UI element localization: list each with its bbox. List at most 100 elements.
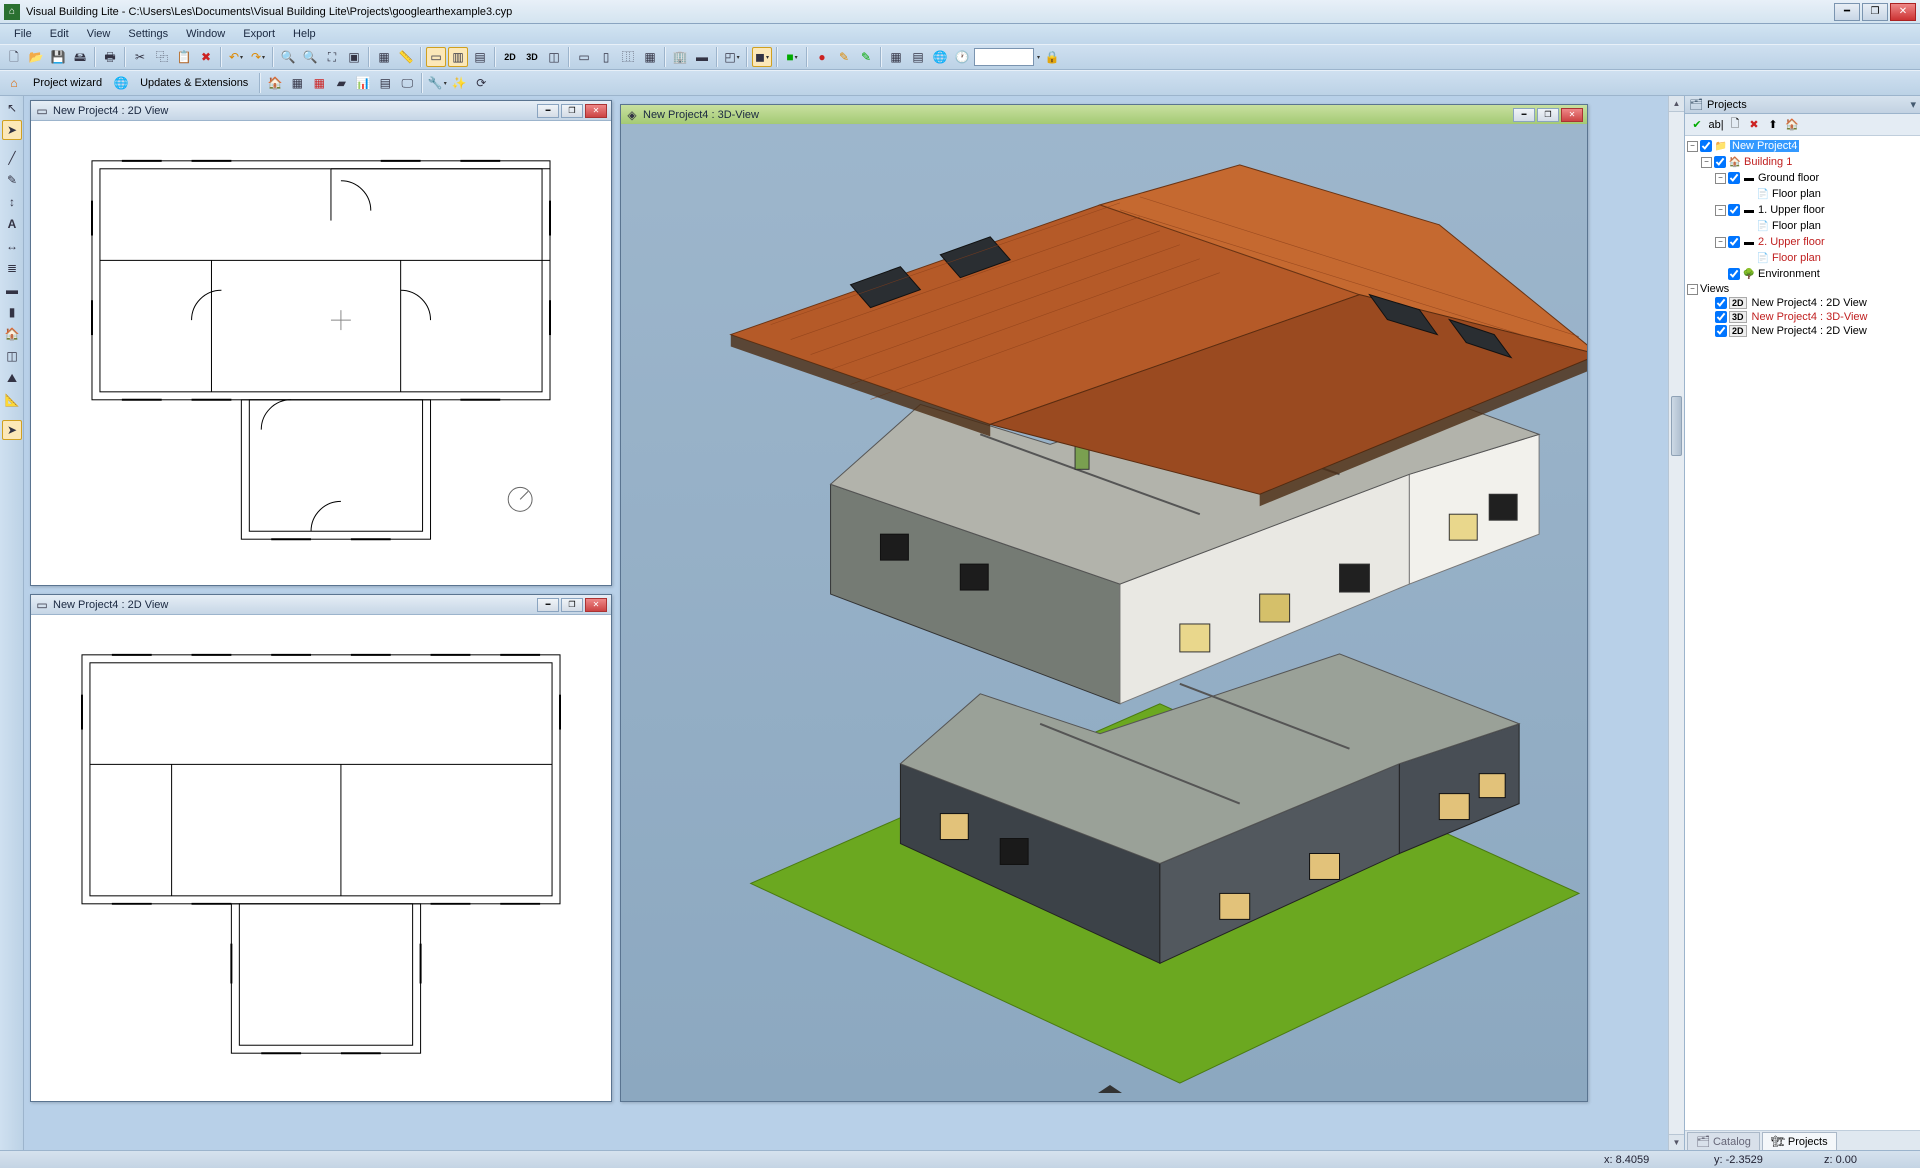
tree-floor-plan[interactable]: 📄 Floor plan <box>1687 186 1918 202</box>
shape3d-tool-icon[interactable]: ◫ <box>2 346 22 366</box>
calc-icon[interactable]: ▤ <box>908 47 928 67</box>
tree-upper-1[interactable]: −▬ 1. Upper floor <box>1687 202 1918 218</box>
tree-checkbox[interactable] <box>1728 204 1740 216</box>
maximize-button[interactable]: ❐ <box>561 598 583 612</box>
new-item-icon[interactable]: 🗋 <box>1727 117 1743 133</box>
redo-icon[interactable]: ↷▾ <box>248 47 268 67</box>
tree-checkbox[interactable] <box>1700 140 1712 152</box>
wrench-icon[interactable]: 🔧▾ <box>427 73 447 93</box>
minimize-button[interactable]: ━ <box>1513 108 1535 122</box>
maximize-button[interactable]: ❐ <box>1862 3 1888 21</box>
floorplan-svg-b[interactable] <box>31 615 611 1101</box>
scrollbar-vertical[interactable]: ▲ ▼ <box>1668 96 1684 1150</box>
func-icon[interactable]: ⟳ <box>471 73 491 93</box>
color-icon[interactable]: ■▾ <box>782 47 802 67</box>
cut-icon[interactable]: ✂ <box>130 47 150 67</box>
2d-mode-icon[interactable]: 2D <box>500 47 520 67</box>
tree-checkbox[interactable] <box>1715 325 1727 337</box>
close-button[interactable]: ✕ <box>585 598 607 612</box>
zoom-in-icon[interactable]: 🔍 <box>278 47 298 67</box>
minimize-button[interactable]: ━ <box>537 598 559 612</box>
tree-upper-2[interactable]: −▬ 2. Upper floor <box>1687 234 1918 250</box>
new-icon[interactable]: 🗋 <box>4 47 24 67</box>
clock-icon[interactable]: 🕐 <box>952 47 972 67</box>
tree-checkbox[interactable] <box>1715 311 1727 323</box>
render-green-icon[interactable]: ✎ <box>856 47 876 67</box>
zoom-out-icon[interactable]: 🔍 <box>300 47 320 67</box>
zoom-area-icon[interactable]: ▣ <box>344 47 364 67</box>
measure-tool-icon[interactable]: 📐 <box>2 390 22 410</box>
grid-tool-icon[interactable]: ▦ <box>287 73 307 93</box>
zoom-fit-icon[interactable]: ⛶ <box>322 47 342 67</box>
list-tool-icon[interactable]: ▤ <box>375 73 395 93</box>
hatch-tool-icon[interactable]: ▦ <box>309 73 329 93</box>
stairs-tool-icon[interactable]: ≣ <box>2 258 22 278</box>
text-tool-icon[interactable]: A <box>2 214 22 234</box>
globe2-icon[interactable]: 🌐 <box>111 73 131 93</box>
floor-icon[interactable]: ▬ <box>692 47 712 67</box>
delete-item-icon[interactable]: ✖ <box>1746 117 1762 133</box>
line-tool-icon[interactable]: ╱ <box>2 148 22 168</box>
edit-tool-icon[interactable]: ✎ <box>2 170 22 190</box>
save-icon[interactable]: 💾 <box>48 47 68 67</box>
paste-icon[interactable]: 📋 <box>174 47 194 67</box>
section-cut-icon[interactable]: ◰▾ <box>722 47 742 67</box>
window-2d-view-a[interactable]: ▭ New Project4 : 2D View ━ ❐ ✕ <box>30 100 612 586</box>
ruler-icon[interactable]: 📏 <box>396 47 416 67</box>
open-icon[interactable]: 📂 <box>26 47 46 67</box>
updates-button[interactable]: Updates & Extensions <box>133 73 255 93</box>
calendar-icon[interactable]: ▦ <box>886 47 906 67</box>
tile-v-icon[interactable]: ▯ <box>596 47 616 67</box>
menu-settings[interactable]: Settings <box>120 26 176 42</box>
menu-file[interactable]: File <box>6 26 40 42</box>
terrain-tool-icon[interactable]: ⛰ <box>2 368 22 388</box>
home-icon[interactable]: ⌂ <box>4 73 24 93</box>
close-button[interactable]: ✕ <box>1890 3 1916 21</box>
scroll-down-icon[interactable]: ▼ <box>1669 1134 1684 1150</box>
marker-tool-icon[interactable]: ↕ <box>2 192 22 212</box>
home-icon[interactable]: 🏠 <box>1784 117 1800 133</box>
tree-floor-plan[interactable]: 📄 Floor plan <box>1687 250 1918 266</box>
render-red-icon[interactable]: ● <box>812 47 832 67</box>
tile-split-icon[interactable]: ⿲ <box>618 47 638 67</box>
tree-checkbox[interactable] <box>1715 297 1727 309</box>
undo-icon[interactable]: ↶▾ <box>226 47 246 67</box>
dimension-tool-icon[interactable]: ↔ <box>2 236 22 256</box>
wall-hatch2-icon[interactable]: ▤ <box>470 47 490 67</box>
column-tool-icon[interactable]: ▮ <box>2 302 22 322</box>
tile-h-icon[interactable]: ▭ <box>574 47 594 67</box>
menu-view[interactable]: View <box>79 26 119 42</box>
maximize-button[interactable]: ❐ <box>561 104 583 118</box>
building-icon[interactable]: 🏢 <box>670 47 690 67</box>
chart-tool-icon[interactable]: 📊 <box>353 73 373 93</box>
menu-edit[interactable]: Edit <box>42 26 77 42</box>
tree-environment[interactable]: 🌳 Environment <box>1687 266 1918 282</box>
render-orange-icon[interactable]: ✎ <box>834 47 854 67</box>
wand-icon[interactable]: ✨ <box>449 73 469 93</box>
tree-view-item[interactable]: 3D New Project4 : 3D-View <box>1687 310 1918 324</box>
close-button[interactable]: ✕ <box>1561 108 1583 122</box>
wall-tool2-icon[interactable]: ▬ <box>2 280 22 300</box>
minimize-button[interactable]: ━ <box>537 104 559 118</box>
3d-viewport[interactable] <box>621 125 1587 1101</box>
scroll-up-icon[interactable]: ▲ <box>1669 96 1684 112</box>
globe-icon[interactable]: 🌐 <box>930 47 950 67</box>
visibility-icon[interactable]: ◼▾ <box>752 47 772 67</box>
tree-floor-plan[interactable]: 📄 Floor plan <box>1687 218 1918 234</box>
lock-icon[interactable]: 🔒 <box>1042 47 1062 67</box>
floorplan-svg[interactable] <box>31 121 611 585</box>
section-icon[interactable]: ◫ <box>544 47 564 67</box>
delete-icon[interactable]: ✖ <box>196 47 216 67</box>
select-icon[interactable]: ▭ <box>426 47 446 67</box>
tree-checkbox[interactable] <box>1728 172 1740 184</box>
minimize-button[interactable]: ━ <box>1834 3 1860 21</box>
check-icon[interactable]: ✔ <box>1689 117 1705 133</box>
wall-hatch-icon[interactable]: ▥ <box>448 47 468 67</box>
copy-icon[interactable]: ⿻ <box>152 47 172 67</box>
wall-tool-icon[interactable]: 🏠 <box>265 73 285 93</box>
project-tree[interactable]: −📁 New Project4 −🏠 Building 1 −▬ Ground … <box>1685 136 1920 1130</box>
shape-tool-icon[interactable]: ▰ <box>331 73 351 93</box>
tree-root[interactable]: −📁 New Project4 <box>1687 138 1918 154</box>
grid-icon[interactable]: ▦ <box>374 47 394 67</box>
rename-icon[interactable]: ab| <box>1708 117 1724 133</box>
